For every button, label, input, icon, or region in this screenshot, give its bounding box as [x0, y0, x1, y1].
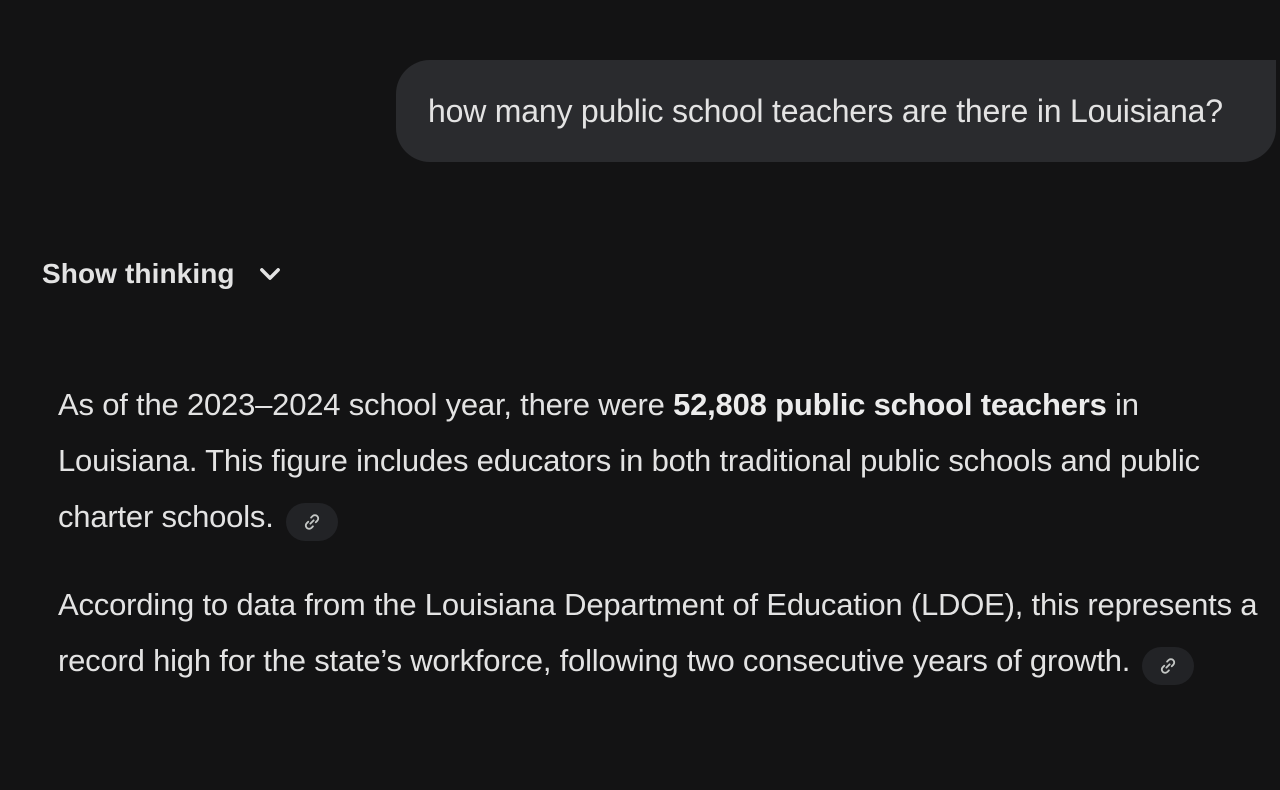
user-message-bubble: how many public school teachers are ther…	[396, 60, 1276, 162]
chevron-down-icon	[255, 259, 285, 289]
citation-button[interactable]	[285, 503, 338, 541]
link-icon	[1161, 658, 1176, 674]
response-body: As of the 2023–2024 school year, there w…	[58, 377, 1268, 689]
link-icon	[304, 514, 319, 530]
show-thinking-label: Show thinking	[42, 258, 235, 289]
response-paragraph-2: According to data from the Louisiana Dep…	[58, 577, 1268, 689]
response-paragraph-1: As of the 2023–2024 school year, there w…	[58, 377, 1268, 545]
citation-button[interactable]	[1142, 647, 1195, 685]
response-highlight: 52,808 public school teachers	[673, 387, 1107, 422]
chat-page: how many public school teachers are ther…	[0, 0, 1280, 790]
user-message-text: how many public school teachers are ther…	[428, 92, 1223, 129]
response-text: As of the 2023–2024 school year, there w…	[58, 387, 674, 422]
response-text: According to data from the Louisiana Dep…	[58, 587, 1258, 678]
show-thinking-toggle[interactable]: Show thinking	[42, 252, 285, 296]
